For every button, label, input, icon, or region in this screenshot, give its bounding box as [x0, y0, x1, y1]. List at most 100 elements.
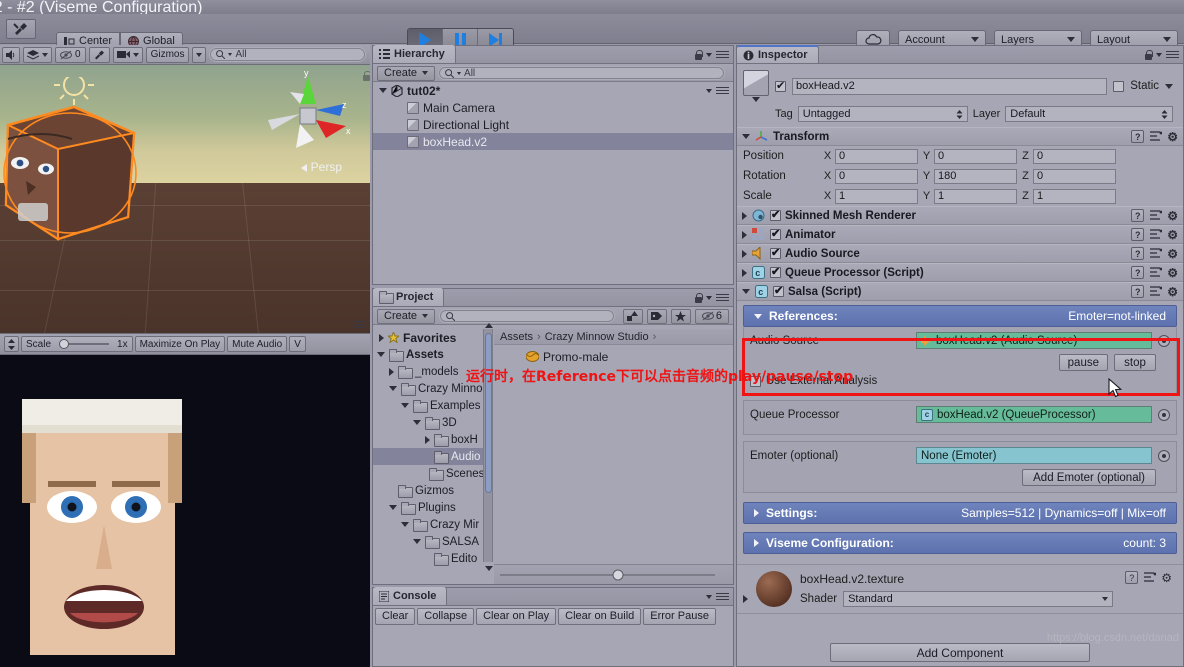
lock-icon[interactable] — [694, 49, 703, 60]
gear-icon[interactable]: ⚙ — [1167, 248, 1178, 260]
chevron-right-icon[interactable] — [743, 595, 748, 603]
tab-console[interactable]: Console — [373, 587, 448, 605]
hierarchy-scene-menu[interactable] — [706, 85, 729, 96]
list-item[interactable]: Promo-male — [526, 348, 733, 365]
chevron-down-icon[interactable] — [389, 505, 397, 510]
component-enabled-checkbox[interactable] — [770, 265, 781, 278]
gizmos-dropdown[interactable] — [192, 46, 207, 63]
audio-toggle-button[interactable] — [2, 46, 20, 63]
shader-dropdown[interactable]: Standard — [843, 590, 1114, 607]
gear-icon[interactable]: ⚙ — [1161, 572, 1172, 584]
add-component-button[interactable]: Add Component — [830, 643, 1090, 662]
scene-tools-button[interactable] — [88, 46, 110, 63]
viseme-configuration-header[interactable]: Viseme Configuration: count: 3 — [743, 532, 1177, 554]
lock-icon[interactable] — [694, 292, 703, 303]
console-clear-on-play-button[interactable]: Clear on Play — [476, 608, 557, 625]
component-icons[interactable]: ? ⚙ — [1131, 266, 1183, 279]
component-header-audio-source[interactable]: Audio Source?⚙ — [737, 244, 1183, 263]
transform-tools-group[interactable] — [6, 19, 36, 39]
preset-icon[interactable] — [1149, 266, 1162, 279]
chevron-down-icon[interactable] — [401, 522, 409, 527]
hierarchy-create-button[interactable]: Create — [377, 65, 436, 81]
tab-inspector[interactable]: Inspector — [737, 45, 819, 63]
component-enabled-checkbox[interactable] — [770, 246, 781, 259]
hierarchy-item-main-camera[interactable]: Main Camera — [373, 99, 733, 116]
project-hidden-count-button[interactable]: 6 — [694, 308, 729, 324]
project-tree-item[interactable]: Plugins — [373, 499, 483, 516]
game-view-viewport[interactable] — [0, 355, 370, 667]
console-error-pause-button[interactable]: Error Pause — [643, 608, 716, 625]
project-search-input[interactable] — [439, 309, 615, 323]
component-header-skinned-mesh-renderer[interactable]: Skinned Mesh Renderer?⚙ — [737, 206, 1183, 225]
component-header-transform[interactable]: Transform ? ⚙ — [737, 127, 1183, 146]
maximize-on-play-button[interactable]: Maximize On Play — [134, 336, 226, 352]
object-enabled-checkbox[interactable] — [775, 79, 786, 92]
project-vertical-scrollbar[interactable] — [483, 323, 493, 571]
transform-x-input[interactable]: 0 — [835, 148, 918, 164]
preset-icon[interactable] — [1149, 209, 1162, 222]
transform-y-input[interactable]: 180 — [934, 168, 1017, 184]
scene-search-input[interactable]: All — [209, 47, 366, 62]
help-icon[interactable]: ? — [1131, 209, 1145, 222]
help-icon[interactable]: ? — [1131, 247, 1145, 260]
chevron-down-icon[interactable] — [389, 386, 397, 391]
gear-icon[interactable]: ⚙ — [1167, 229, 1178, 241]
object-name-input[interactable]: boxHead.v2 — [792, 77, 1108, 95]
project-create-button[interactable]: Create — [377, 308, 436, 324]
aspect-stepper[interactable] — [4, 336, 19, 352]
console-panel-menu[interactable] — [706, 591, 729, 602]
audio-pause-button[interactable]: pause — [1058, 354, 1108, 371]
scene-head-model[interactable] — [0, 77, 176, 277]
vsync-button[interactable]: V — [289, 336, 306, 352]
gear-icon[interactable]: ⚙ — [1167, 131, 1178, 143]
camera-button[interactable] — [112, 46, 143, 63]
preset-icon[interactable] — [1149, 285, 1162, 298]
project-tree-item[interactable]: 3D — [373, 414, 483, 431]
component-enabled-checkbox[interactable] — [770, 208, 781, 221]
chevron-right-icon[interactable] — [379, 333, 384, 342]
project-filter-type-button[interactable] — [622, 308, 643, 324]
project-filter-label-button[interactable] — [646, 308, 667, 324]
transform-x-input[interactable]: 0 — [835, 168, 918, 184]
project-favorites-row[interactable]: Favorites — [373, 329, 483, 346]
lock-icon[interactable] — [1144, 49, 1153, 60]
project-favorites-button[interactable] — [670, 308, 691, 324]
project-tree-item[interactable]: boxH — [373, 431, 483, 448]
transform-y-input[interactable]: 0 — [934, 148, 1017, 164]
breadcrumb-assets[interactable]: Assets — [500, 331, 533, 343]
scene-projection-label[interactable]: Persp — [301, 160, 342, 174]
chevron-down-icon[interactable] — [413, 539, 421, 544]
chevron-right-icon[interactable] — [742, 230, 747, 239]
hierarchy-item-boxhead-v2[interactable]: boxHead.v2 — [373, 133, 733, 150]
hierarchy-scene-root[interactable]: tut02* — [373, 82, 733, 99]
gear-icon[interactable]: ⚙ — [1167, 210, 1178, 222]
project-tree-item[interactable]: Scenes — [373, 465, 483, 482]
hamburger-icon[interactable] — [716, 591, 729, 602]
help-icon[interactable]: ? — [1131, 130, 1145, 143]
scene-orientation-gizmo[interactable]: y z x — [260, 70, 354, 170]
hamburger-icon[interactable] — [716, 292, 729, 303]
project-zoom-slider[interactable] — [494, 564, 733, 584]
transform-y-input[interactable]: 1 — [934, 188, 1017, 204]
settings-header[interactable]: Settings: Samples=512 | Dynamics=off | M… — [743, 502, 1177, 524]
transform-z-input[interactable]: 1 — [1033, 188, 1116, 204]
chevron-down-icon[interactable] — [379, 88, 387, 93]
scene-fx-button[interactable] — [23, 46, 52, 63]
gear-icon[interactable]: ⚙ — [1167, 286, 1178, 298]
project-tree-item[interactable]: Gizmos — [373, 482, 483, 499]
chevron-right-icon[interactable] — [742, 211, 747, 220]
chevron-down-icon[interactable] — [377, 352, 385, 357]
console-collapse-button[interactable]: Collapse — [417, 608, 475, 625]
help-icon[interactable]: ? — [1131, 285, 1145, 298]
console-clear-on-build-button[interactable]: Clear on Build — [558, 608, 642, 625]
add-emoter-button[interactable]: Add Emoter (optional) — [1022, 469, 1156, 486]
hamburger-icon[interactable] — [1166, 49, 1179, 60]
component-header-salsa-script[interactable]: cSalsa (Script)?⚙ — [737, 282, 1183, 301]
breadcrumb-crazy-minnow-studio[interactable]: Crazy Minnow Studio — [545, 331, 649, 343]
hamburger-icon[interactable] — [716, 49, 729, 60]
component-header-queue-processor-script[interactable]: cQueue Processor (Script)?⚙ — [737, 263, 1183, 282]
component-enabled-checkbox[interactable] — [770, 227, 781, 240]
hierarchy-item-directional-light[interactable]: Directional Light — [373, 116, 733, 133]
scroll-up-button[interactable] — [484, 322, 493, 329]
component-icons[interactable]: ? ⚙ — [1131, 209, 1183, 222]
